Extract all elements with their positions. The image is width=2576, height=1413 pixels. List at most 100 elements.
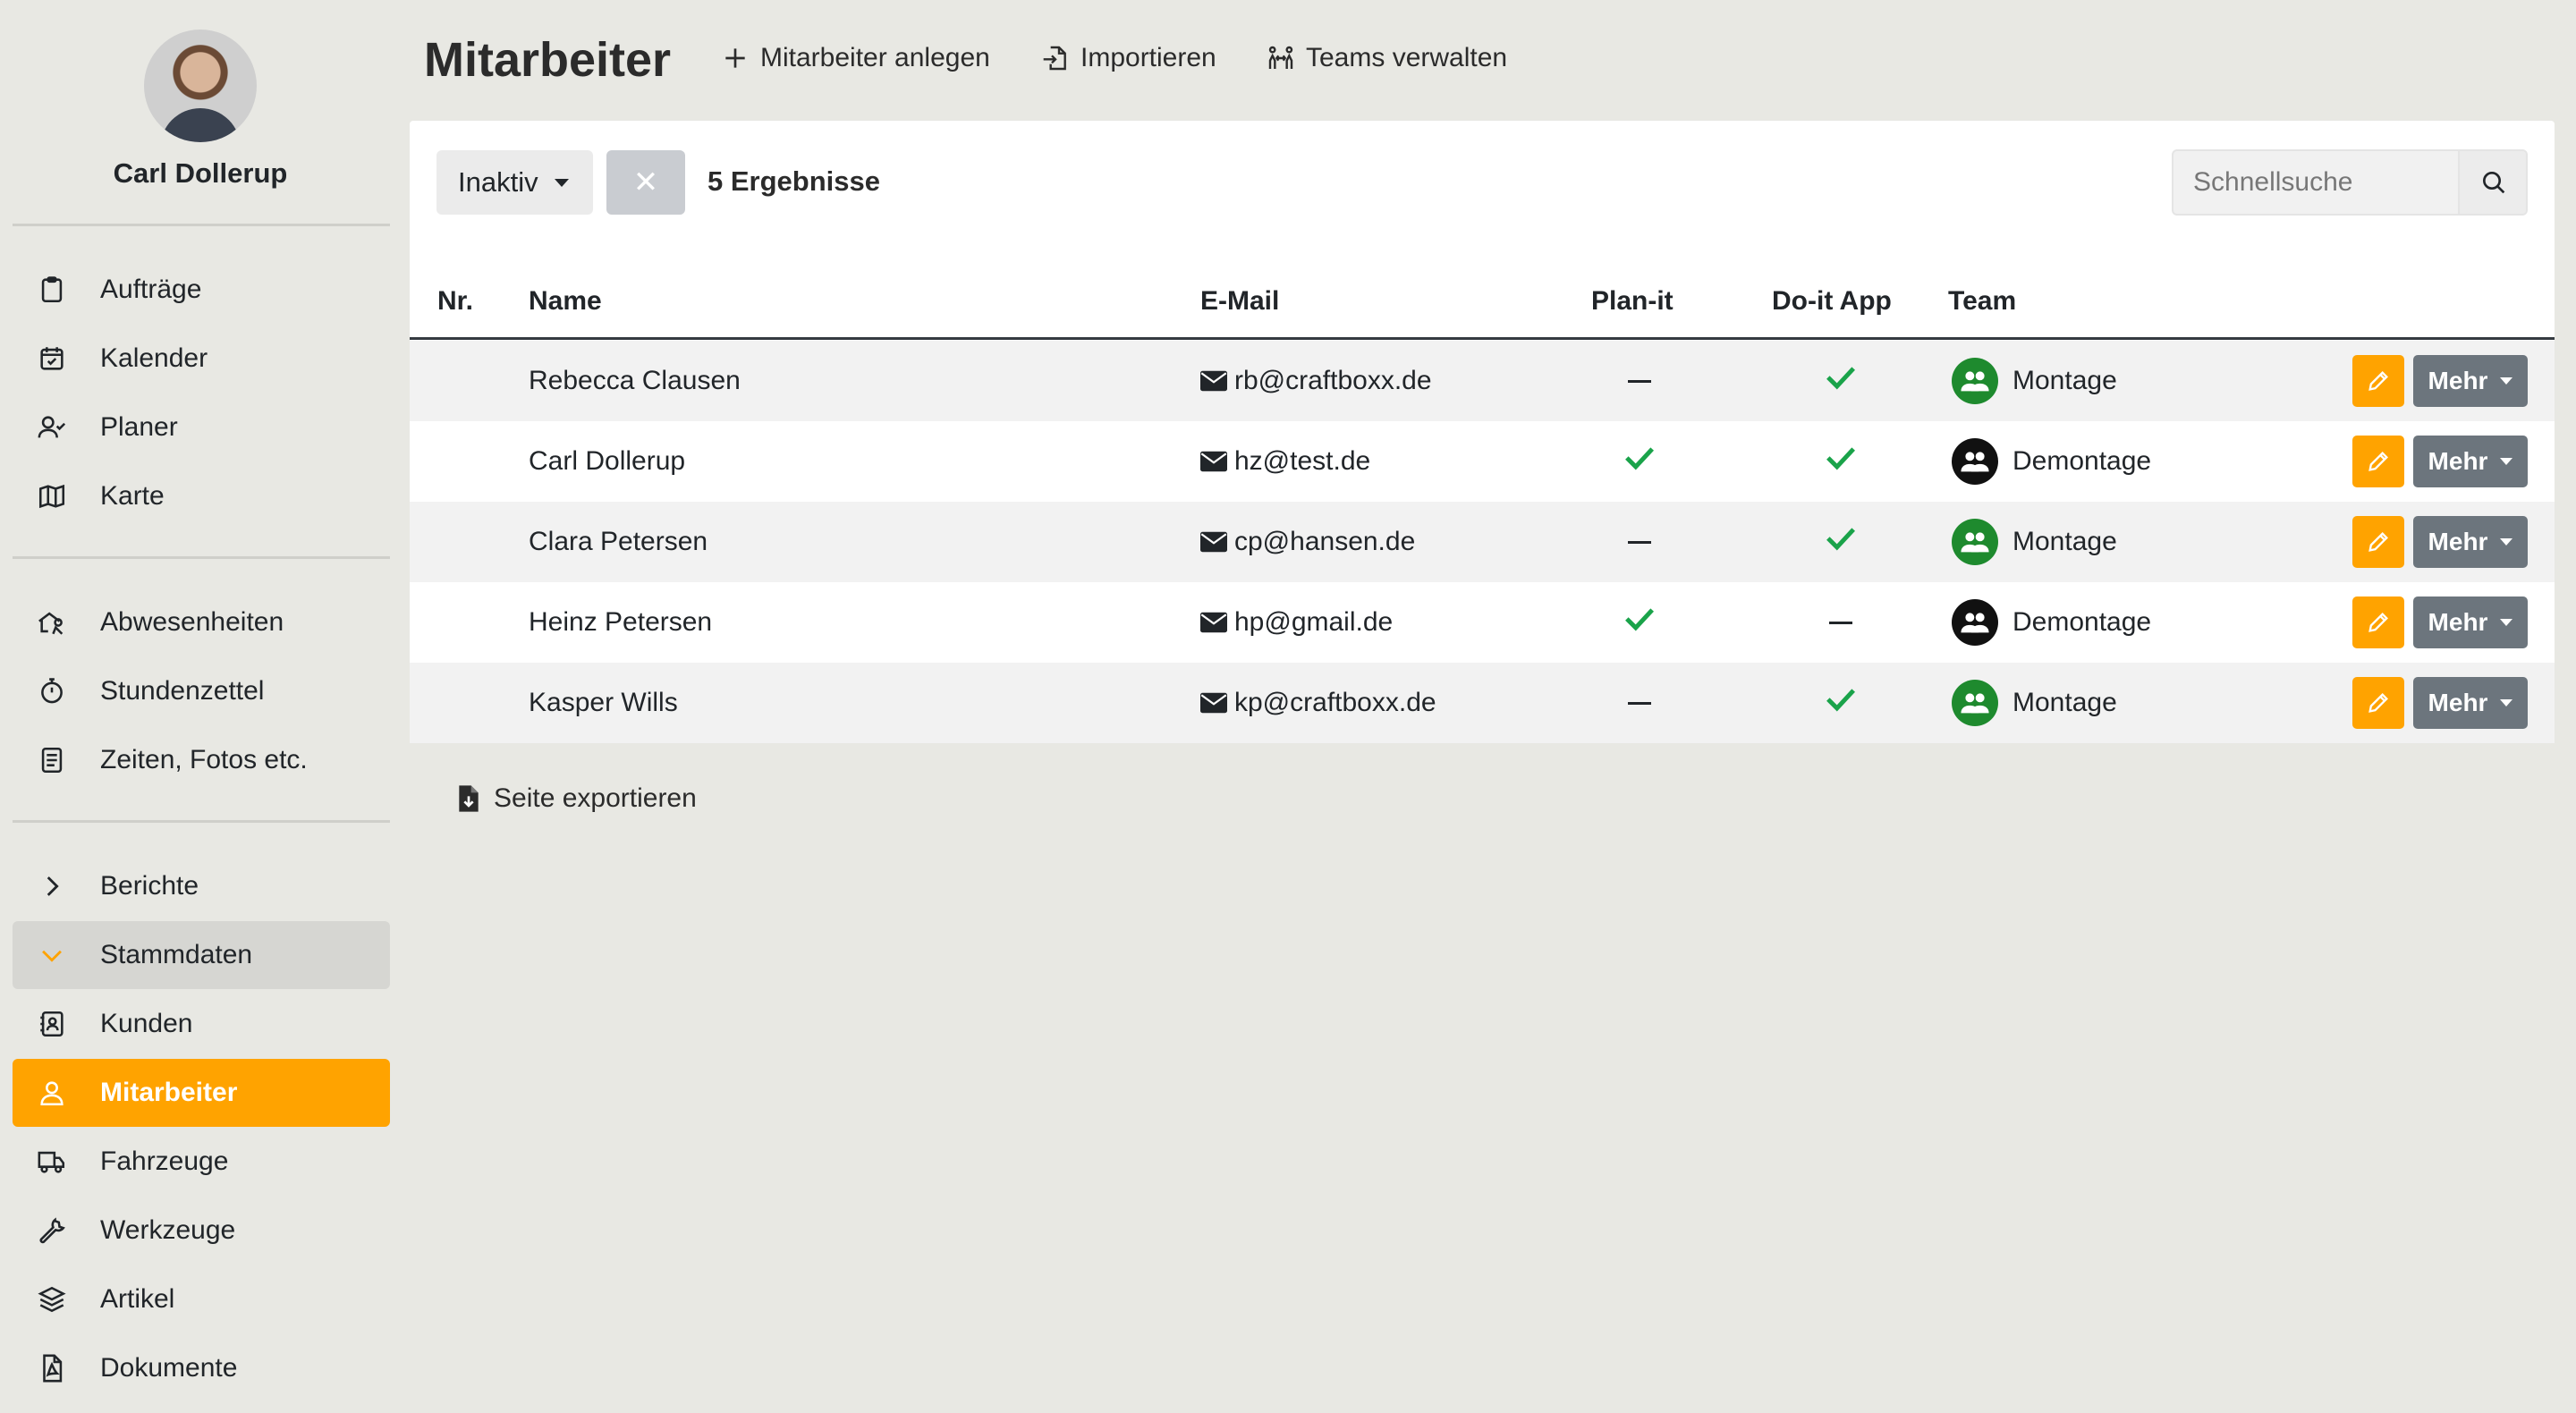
chevron-right-icon [32, 867, 72, 906]
caret-down-icon [2500, 538, 2513, 546]
more-dropdown-button[interactable]: Mehr [2413, 597, 2528, 648]
sidebar-item-label: Stammdaten [100, 940, 253, 969]
export-page-button[interactable]: Seite exportieren [456, 783, 697, 814]
sidebar-item-kalender[interactable]: Kalender [13, 325, 390, 393]
cell-name: Rebecca Clausen [529, 366, 741, 395]
people-arrows-icon [1268, 46, 1293, 69]
more-label: Mehr [2428, 367, 2488, 394]
search-input[interactable] [2174, 151, 2458, 214]
envelope-icon [1200, 612, 1227, 633]
cell-plan-it [1586, 663, 1693, 743]
sidebar-item-auftraege[interactable]: Aufträge [13, 256, 390, 324]
envelope-icon [1200, 451, 1227, 472]
sidebar-item-stammdaten[interactable]: Stammdaten [13, 921, 390, 989]
sidebar-item-abwesenheiten[interactable]: Abwesenheiten [13, 588, 390, 656]
sidebar-item-label: Abwesenheiten [100, 607, 284, 637]
envelope-icon [1200, 531, 1227, 553]
envelope-icon [1200, 692, 1227, 714]
sidebar-item-zeiten-fotos[interactable]: Zeiten, Fotos etc. [13, 726, 390, 794]
cell-email[interactable]: hz@test.de [1200, 421, 1370, 502]
cell-name: Kasper Wills [529, 688, 678, 717]
dash-icon [1628, 379, 1651, 383]
chevron-down-icon [32, 935, 72, 975]
add-employee-button[interactable]: Mitarbeiter anlegen [721, 43, 990, 73]
sidebar-item-dokumente[interactable]: Dokumente [13, 1334, 390, 1402]
table-row[interactable]: Kasper Wills kp@craftboxx.de Montage Mehr [410, 663, 2555, 743]
clear-filter-button[interactable]: ✕ [606, 150, 685, 215]
edit-button[interactable] [2352, 677, 2404, 729]
cell-email[interactable]: rb@craftboxx.de [1200, 341, 1432, 421]
search-button[interactable] [2458, 151, 2526, 214]
status-filter-dropdown[interactable]: Inaktiv [436, 150, 593, 215]
export-page-label: Seite exportieren [494, 783, 697, 813]
pencil-icon [2368, 532, 2388, 552]
cell-team: Demontage [1952, 582, 2151, 663]
sidebar-item-stundenzettel[interactable]: Stundenzettel [13, 657, 390, 725]
column-header-name[interactable]: Name [529, 286, 602, 317]
avatar[interactable] [144, 30, 257, 142]
cell-email[interactable]: hp@gmail.de [1200, 582, 1393, 663]
more-dropdown-button[interactable]: Mehr [2413, 677, 2528, 729]
sidebar-item-planer[interactable]: Planer [13, 393, 390, 461]
cell-team: Montage [1952, 341, 2117, 421]
email-text: hz@test.de [1234, 446, 1371, 476]
check-icon [1826, 444, 1856, 478]
more-dropdown-button[interactable]: Mehr [2413, 436, 2528, 487]
sidebar-item-berichte[interactable]: Berichte [13, 852, 390, 920]
sidebar-item-label: Stundenzettel [100, 676, 265, 706]
sidebar-divider [13, 556, 390, 559]
column-header-do-it-app[interactable]: Do-it App [1772, 286, 1892, 317]
import-button[interactable]: Importieren [1041, 43, 1216, 73]
more-dropdown-button[interactable]: Mehr [2413, 516, 2528, 568]
sidebar-item-label: Kalender [100, 343, 208, 373]
cell-team: Demontage [1952, 421, 2151, 502]
layers-icon [32, 1280, 72, 1319]
table-row[interactable]: Clara Petersen cp@hansen.de Montage Mehr [410, 502, 2555, 582]
manage-teams-button[interactable]: Teams verwalten [1267, 43, 1507, 73]
cell-email[interactable]: kp@craftboxx.de [1200, 663, 1436, 743]
pencil-icon [2368, 371, 2388, 391]
check-icon [1826, 364, 1856, 398]
cell-do-it-app [1787, 502, 1894, 582]
sidebar-item-fahrzeuge[interactable]: Fahrzeuge [13, 1128, 390, 1196]
dash-icon [1829, 621, 1852, 624]
table-row[interactable]: Heinz Petersen hp@gmail.de Demontage Mehr [410, 582, 2555, 663]
edit-button[interactable] [2352, 597, 2404, 648]
person-check-icon [32, 408, 72, 447]
sidebar-item-kunden[interactable]: Kunden [13, 990, 390, 1058]
sidebar: Carl Dollerup Aufträge Kalender Planer K… [0, 0, 401, 1413]
more-label: Mehr [2428, 528, 2488, 555]
dash-icon [1628, 540, 1651, 544]
column-header-nr[interactable]: Nr. [437, 286, 473, 317]
edit-button[interactable] [2352, 516, 2404, 568]
email-text: rb@craftboxx.de [1234, 366, 1432, 395]
edit-button[interactable] [2352, 355, 2404, 407]
check-icon [1624, 444, 1655, 478]
table-row[interactable]: Rebecca Clausen rb@craftboxx.de Montage Meh… [410, 341, 2555, 421]
plus-icon [725, 48, 745, 68]
column-header-plan-it[interactable]: Plan-it [1591, 286, 1674, 317]
sidebar-divider [13, 820, 390, 823]
person-icon [32, 1073, 72, 1113]
dash-icon [1628, 701, 1651, 705]
close-icon: ✕ [632, 165, 659, 199]
team-people-icon [1952, 358, 1998, 404]
column-header-team[interactable]: Team [1948, 286, 2016, 317]
sidebar-item-karte[interactable]: Karte [13, 462, 390, 530]
cell-plan-it [1586, 582, 1693, 663]
sidebar-item-mitarbeiter[interactable]: Mitarbeiter [13, 1059, 390, 1127]
column-header-email[interactable]: E-Mail [1200, 286, 1279, 317]
sidebar-item-artikel[interactable]: Artikel [13, 1265, 390, 1333]
sidebar-item-label: Zeiten, Fotos etc. [100, 745, 308, 774]
pencil-icon [2368, 613, 2388, 632]
email-text: hp@gmail.de [1234, 607, 1394, 637]
edit-button[interactable] [2352, 436, 2404, 487]
sidebar-item-werkzeuge[interactable]: Werkzeuge [13, 1197, 390, 1265]
page-title: Mitarbeiter [424, 33, 672, 87]
sidebar-item-label: Kunden [100, 1009, 193, 1038]
table-row[interactable]: Carl Dollerup hz@test.de Demontage Mehr [410, 421, 2555, 502]
team-people-icon [1952, 599, 1998, 646]
email-text: cp@hansen.de [1234, 527, 1416, 556]
cell-email[interactable]: cp@hansen.de [1200, 502, 1415, 582]
more-dropdown-button[interactable]: Mehr [2413, 355, 2528, 407]
